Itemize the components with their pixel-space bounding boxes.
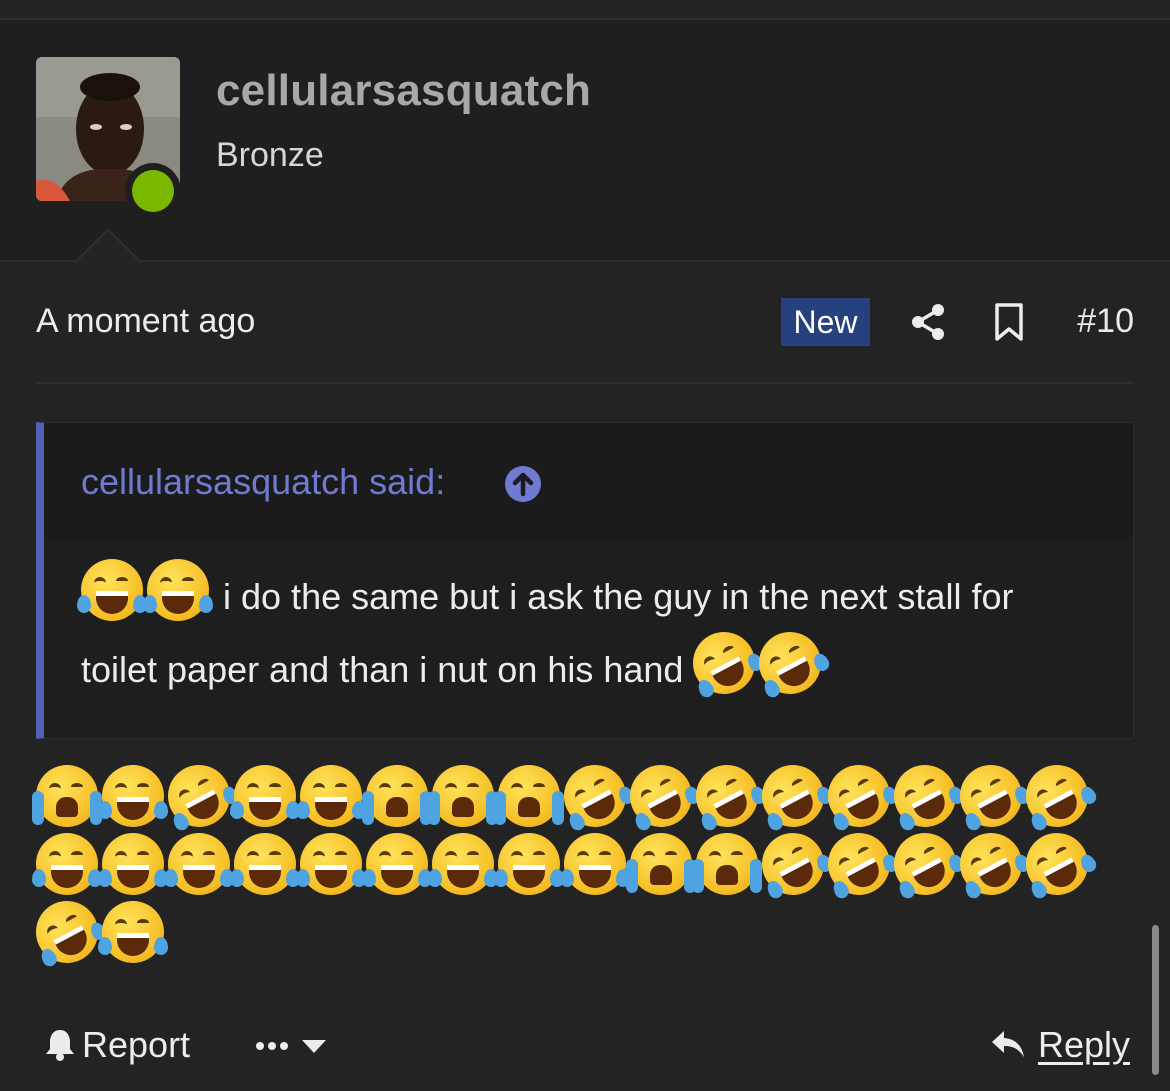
meta-divider bbox=[36, 382, 1134, 384]
sob-emoji bbox=[428, 765, 498, 827]
rofl-emoji bbox=[748, 621, 833, 705]
more-options-menu[interactable] bbox=[254, 1032, 334, 1062]
quote-text-line2: toilet paper and than i nut on his hand bbox=[81, 649, 684, 690]
rofl-emoji bbox=[685, 754, 769, 838]
share-icon[interactable] bbox=[908, 302, 948, 342]
post-meta: A moment ago New #10 bbox=[36, 290, 1134, 354]
joy-emoji bbox=[230, 765, 300, 827]
post-actions: Report Reply bbox=[36, 1018, 1134, 1078]
rofl-emoji bbox=[949, 822, 1033, 906]
reply-button[interactable]: Reply bbox=[990, 1024, 1130, 1066]
joy-emoji bbox=[428, 833, 498, 895]
rofl-emoji bbox=[751, 754, 835, 838]
post-date[interactable]: A moment ago bbox=[36, 302, 255, 341]
new-badge: New bbox=[781, 298, 870, 346]
rofl-emoji bbox=[682, 621, 767, 705]
joy-emoji bbox=[230, 833, 300, 895]
bookmark-icon[interactable] bbox=[992, 302, 1026, 342]
online-status-indicator bbox=[125, 163, 181, 219]
rofl-emoji bbox=[949, 754, 1033, 838]
emoji-row bbox=[25, 890, 1134, 974]
reply-arrow-icon bbox=[991, 1031, 1024, 1057]
rofl-emoji bbox=[883, 754, 967, 838]
post-number[interactable]: #10 bbox=[1077, 302, 1134, 341]
joy-emoji bbox=[494, 833, 564, 895]
joy-emoji bbox=[32, 833, 102, 895]
chevron-down-icon bbox=[302, 1040, 326, 1053]
joy-emoji bbox=[98, 833, 168, 895]
joy-emoji bbox=[560, 833, 630, 895]
sob-emoji bbox=[362, 765, 432, 827]
rofl-emoji bbox=[25, 890, 109, 974]
scrollbar[interactable] bbox=[1152, 925, 1159, 1075]
sob-emoji bbox=[32, 765, 102, 827]
sob-emoji bbox=[692, 833, 762, 895]
header-pointer bbox=[74, 228, 140, 264]
joy-emoji bbox=[98, 765, 168, 827]
report-label: Report bbox=[82, 1024, 191, 1065]
bell-icon bbox=[46, 1030, 74, 1061]
arrow-up-circle-icon[interactable] bbox=[504, 465, 542, 503]
rofl-emoji bbox=[751, 822, 835, 906]
quote-body: i do the same but i ask the guy in the n… bbox=[77, 559, 1111, 705]
emoji-row bbox=[32, 822, 1134, 906]
quote-text-line1: i do the same but i ask the guy in the n… bbox=[223, 576, 1014, 617]
joy-emoji bbox=[362, 833, 432, 895]
report-button[interactable]: Report bbox=[44, 1024, 190, 1066]
message-emoji-content bbox=[25, 754, 1134, 974]
joy-emoji bbox=[296, 833, 366, 895]
rofl-emoji bbox=[883, 822, 967, 906]
rofl-emoji bbox=[157, 754, 241, 838]
joy-emoji bbox=[164, 833, 234, 895]
joy-emoji bbox=[143, 559, 213, 621]
joy-emoji bbox=[98, 901, 168, 963]
rofl-emoji bbox=[817, 754, 901, 838]
quote-author[interactable]: cellularsasquatch said: bbox=[81, 461, 445, 503]
rofl-emoji bbox=[553, 754, 637, 838]
rofl-emoji bbox=[817, 822, 901, 906]
rofl-emoji bbox=[1015, 822, 1099, 906]
joy-emoji bbox=[77, 559, 147, 621]
username[interactable]: cellularsasquatch bbox=[216, 66, 591, 116]
rofl-emoji bbox=[619, 754, 703, 838]
quote-block: cellularsasquatch said: i do the same bu… bbox=[36, 422, 1134, 739]
user-title: Bronze bbox=[216, 136, 324, 174]
reply-label: Reply bbox=[1037, 1024, 1130, 1065]
rofl-emoji bbox=[1015, 754, 1099, 838]
joy-emoji bbox=[296, 765, 366, 827]
sob-emoji bbox=[494, 765, 564, 827]
emoji-row bbox=[32, 754, 1134, 838]
quote-header: cellularsasquatch said: bbox=[44, 423, 1133, 539]
sob-emoji bbox=[626, 833, 696, 895]
